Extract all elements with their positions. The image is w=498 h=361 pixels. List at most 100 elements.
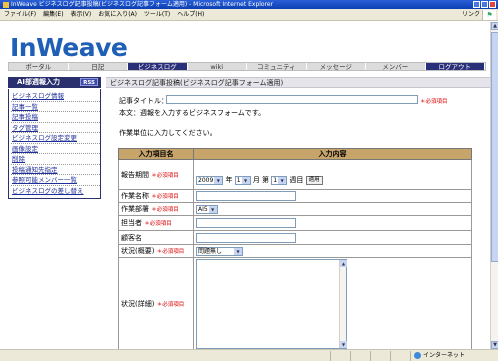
ie-icon — [3, 1, 9, 8]
period-label-cell: 報告期間 ＊必須項目 — [118, 159, 194, 190]
nav-logout[interactable]: ログアウト — [425, 63, 485, 71]
customer-input[interactable] — [196, 232, 296, 243]
sidebar-item-businesslog-info[interactable]: ビジネスログ情報 — [11, 91, 100, 102]
status-divider — [350, 351, 351, 361]
col-item-name: 入力項目名 — [118, 148, 194, 160]
sidebar-menu: ビジネスログ情報 記事一覧 記事投稿 タグ管理 ビジネスログ設定変更 画像設定 … — [8, 89, 101, 199]
person-label: 担当者 — [121, 219, 142, 227]
title-label: 記事タイトル： — [119, 97, 168, 105]
close-button[interactable] — [489, 1, 496, 8]
page-viewport: InWeave ポータル 日記 ビジネスログ wiki コミュニティ メッセージ… — [0, 22, 490, 349]
period-label: 報告期間 — [121, 170, 149, 179]
window-titlebar: InWeave ビジネスログ記事投稿(ビジネスログ記事フォーム適用) - Mic… — [0, 0, 498, 9]
nav-member[interactable]: メンバー — [366, 63, 426, 71]
page-title: ビジネスログ記事投稿(ビジネスログ記事フォーム適用) — [106, 77, 490, 88]
month-select[interactable]: 1 — [234, 175, 251, 185]
work-name-required: ＊必須項目 — [151, 194, 179, 200]
work-dept-label-cell: 作業部署 ＊必須項目 — [118, 202, 194, 216]
rss-button[interactable]: RSS — [80, 78, 98, 86]
work-dept-input-cell: AI5 — [193, 202, 472, 216]
sidebar-item-settings[interactable]: ビジネスログ設定変更 — [11, 133, 100, 144]
work-name-label: 作業名称 — [121, 192, 149, 200]
nav-businesslog[interactable]: ビジネスログ — [128, 63, 188, 71]
window-controls — [472, 1, 496, 9]
nav-wiki[interactable]: wiki — [188, 63, 247, 71]
sidebar-item-viewable-members[interactable]: 参照可能メンバー一覧 — [11, 175, 100, 186]
month-unit: 月 — [252, 176, 260, 184]
detail-input-cell: ▲ ▼ — [193, 257, 472, 349]
maximize-button[interactable] — [481, 1, 488, 8]
work-name-input[interactable] — [196, 191, 296, 201]
article-title-input[interactable] — [166, 95, 418, 104]
menu-help[interactable]: ヘルプ(H) — [177, 11, 204, 18]
year-unit: 年 — [225, 176, 233, 184]
week-prefix: 第 — [262, 176, 270, 184]
zone-label: インターネット — [423, 352, 466, 359]
person-label-cell: 担当者 ＊必須項目 — [118, 215, 194, 231]
person-input[interactable] — [196, 218, 296, 228]
sidebar: AI部週報入力 RSS ビジネスログ情報 記事一覧 記事投稿 タグ管理 ビジネス… — [8, 77, 101, 199]
security-zone: インターネット — [414, 350, 465, 361]
menu-view[interactable]: 表示(V) — [70, 11, 91, 18]
site-logo[interactable]: InWeave — [10, 34, 128, 62]
week-unit: 週目 — [289, 176, 304, 184]
menu-favorites[interactable]: お気に入り(A) — [98, 11, 137, 18]
page-scrollbar[interactable]: ▲ ▼ — [490, 22, 498, 349]
person-input-cell — [193, 215, 472, 231]
customer-input-cell — [193, 230, 472, 245]
browser-menubar: ファイル(F) 編集(E) 表示(V) お気に入り(A) ツール(T) ヘルプ(… — [0, 9, 498, 21]
status-select[interactable]: 問題無し — [196, 246, 244, 256]
statusbar: インターネット — [0, 349, 498, 361]
sidebar-item-tag-management[interactable]: タグ管理 — [11, 123, 100, 133]
period-input-cell: 2009 年 1 月 第 1 週目 適用 — [193, 159, 472, 190]
links-label[interactable]: リンク — [462, 9, 480, 21]
minimize-button[interactable] — [473, 1, 480, 8]
windows-logo-icon: ⚑ — [482, 10, 496, 20]
sidebar-item-article-list[interactable]: 記事一覧 — [11, 102, 100, 112]
detail-label-cell: 状況(詳細) ＊必須項目 — [118, 257, 194, 349]
nav-diary[interactable]: 日記 — [69, 63, 128, 71]
textarea-scrollbar[interactable]: ▲ ▼ — [339, 260, 347, 348]
period-required: ＊必須項目 — [151, 172, 179, 179]
work-dept-required: ＊必須項目 — [151, 207, 179, 213]
nav-portal[interactable]: ポータル — [9, 63, 69, 71]
status-divider — [410, 351, 411, 361]
col-input-content: 入力内容 — [193, 148, 472, 160]
customer-label-cell: 顧客名 — [118, 230, 194, 245]
sidebar-item-image-settings[interactable]: 画像設定 — [11, 144, 100, 154]
body-description: 本文：週報を入力するビジネスフォームです。 — [119, 109, 266, 117]
menu-tools[interactable]: ツール(T) — [144, 11, 170, 18]
nav-community[interactable]: コミュニティ — [247, 63, 307, 71]
work-dept-label: 作業部署 — [121, 205, 149, 213]
sidebar-item-replace[interactable]: ビジネスログの差し替え — [11, 186, 100, 197]
customer-label: 顧客名 — [121, 233, 142, 242]
page-scroll-down-icon[interactable]: ▼ — [491, 341, 498, 349]
work-name-label-cell: 作業名称 ＊必須項目 — [118, 189, 194, 203]
sidebar-item-notify-target[interactable]: 投稿通知先指定 — [11, 165, 100, 175]
menu-file[interactable]: ファイル(F) — [4, 11, 36, 18]
detail-required: ＊必須項目 — [156, 302, 185, 308]
scroll-up-icon[interactable]: ▲ — [340, 260, 347, 267]
year-select[interactable]: 2009 — [196, 175, 224, 185]
scroll-down-icon[interactable]: ▼ — [340, 341, 347, 348]
status-label: 状況(概要) — [121, 247, 155, 255]
nav-message[interactable]: メッセージ — [307, 63, 366, 71]
sidebar-item-delete[interactable]: 削除 — [11, 154, 100, 165]
global-nav: ポータル 日記 ビジネスログ wiki コミュニティ メッセージ メンバー ログ… — [8, 62, 486, 71]
status-input-cell: 問題無し — [193, 244, 472, 258]
person-required: ＊必須項目 — [144, 221, 172, 227]
week-select[interactable]: 1 — [271, 175, 288, 185]
work-dept-select[interactable]: AI5 — [196, 204, 218, 214]
page-scroll-up-icon[interactable]: ▲ — [491, 22, 498, 30]
window-title: InWeave ビジネスログ記事投稿(ビジネスログ記事フォーム適用) - Mic… — [11, 1, 274, 8]
title-required: ＊必須項目 — [420, 99, 448, 105]
sidebar-item-post-article[interactable]: 記事投稿 — [11, 112, 100, 123]
apply-button[interactable]: 適用 — [305, 175, 323, 185]
menu-edit[interactable]: 編集(E) — [43, 11, 63, 18]
internet-globe-icon — [414, 352, 421, 359]
detail-label: 状況(詳細) — [121, 300, 155, 308]
sidebar-title: AI部週報入力 — [17, 78, 61, 86]
detail-textarea[interactable]: ▲ ▼ — [196, 259, 347, 349]
status-divider — [330, 351, 331, 361]
page-scroll-thumb[interactable] — [491, 32, 498, 262]
